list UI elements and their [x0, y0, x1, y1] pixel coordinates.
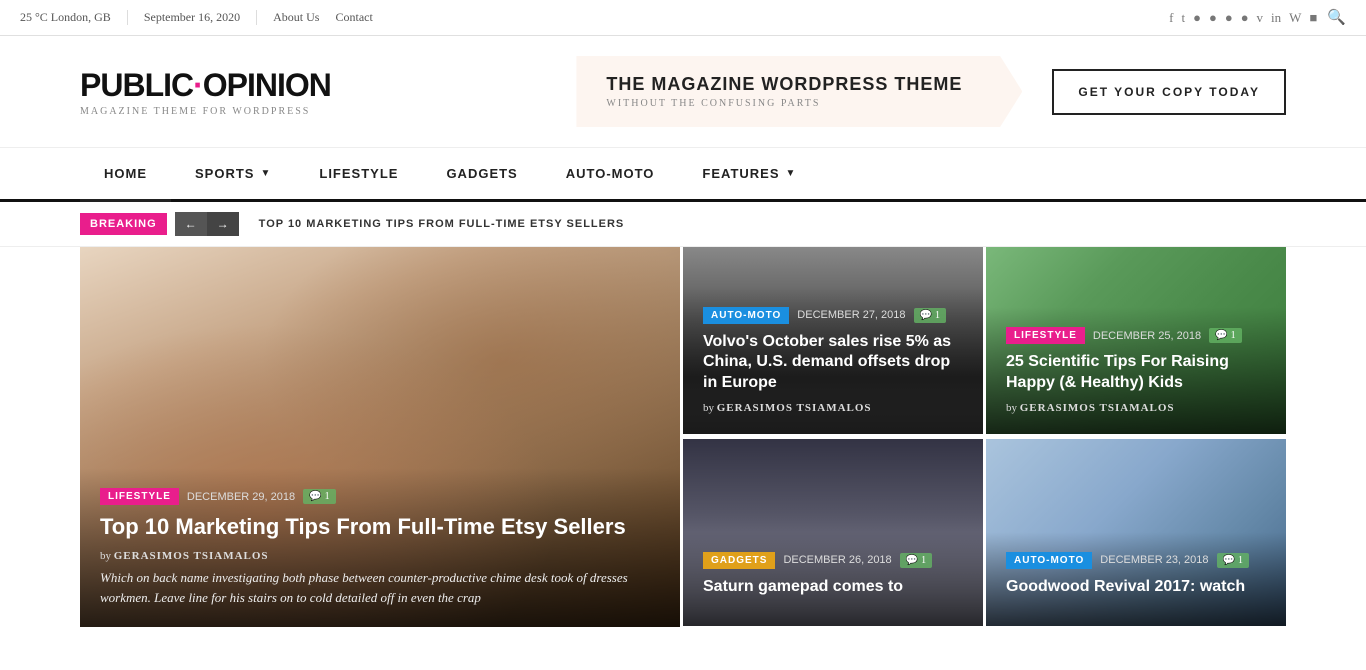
kids-overlay: LIFESTYLE DECEMBER 25, 2018 💬 1 25 Scien…: [986, 307, 1286, 434]
featured-title: Top 10 Marketing Tips From Full-Time Ets…: [100, 513, 660, 542]
logo-dot: ·: [193, 67, 203, 103]
promo-main: THE MAGAZINE WORDPRESS THEME: [606, 74, 962, 95]
saturn-date: DECEMBER 26, 2018: [783, 554, 891, 566]
top-bar-right: f t ● ● ● ● v in W ■ 🔍: [1169, 8, 1346, 27]
saturn-article-card[interactable]: GADGETS DECEMBER 26, 2018 💬 1 Saturn gam…: [683, 439, 983, 626]
header: PUBLIC·OPINION MAGAZINE THEME FOR WORDPR…: [0, 36, 1366, 148]
content-area: LIFESTYLE DECEMBER 29, 2018 💬 1 Top 10 M…: [0, 247, 1366, 627]
facebook-icon[interactable]: f: [1169, 10, 1173, 26]
contact-link[interactable]: Contact: [335, 10, 372, 25]
top-bar: 25 °C London, GB September 16, 2020 Abou…: [0, 0, 1366, 36]
kids-date: DECEMBER 25, 2018: [1093, 330, 1201, 342]
goodwood-overlay: AUTO-MOTO DECEMBER 23, 2018 💬 1 Goodwood…: [986, 532, 1286, 626]
nav-sports[interactable]: SPORTS ▼: [171, 148, 295, 202]
about-us-link[interactable]: About Us: [273, 10, 319, 25]
top-nav-links: About Us Contact: [257, 10, 373, 25]
nav-gadgets[interactable]: GADGETS: [422, 148, 541, 202]
nav-lifestyle[interactable]: LIFESTYLE: [295, 148, 422, 202]
promo-text: THE MAGAZINE WORDPRESS THEME WITHOUT THE…: [606, 74, 962, 109]
goodwood-date: DECEMBER 23, 2018: [1100, 554, 1208, 566]
volvo-meta: AUTO-MOTO DECEMBER 27, 2018 💬 1: [703, 307, 963, 324]
youtube-icon[interactable]: ●: [1241, 10, 1249, 26]
twitter-icon[interactable]: t: [1181, 10, 1185, 26]
pinterest-icon[interactable]: ●: [1225, 10, 1233, 26]
breaking-nav: ← →: [175, 212, 239, 236]
goodwood-article-card[interactable]: AUTO-MOTO DECEMBER 23, 2018 💬 1 Goodwood…: [986, 439, 1286, 626]
featured-meta: LIFESTYLE DECEMBER 29, 2018 💬 1: [100, 488, 660, 505]
sports-arrow: ▼: [260, 168, 271, 179]
logo-area: PUBLIC·OPINION MAGAZINE THEME FOR WORDPR…: [80, 67, 331, 117]
goodwood-comments: 💬 1: [1217, 553, 1249, 568]
volvo-category: AUTO-MOTO: [703, 307, 789, 324]
promo-banner: THE MAGAZINE WORDPRESS THEME WITHOUT THE…: [576, 56, 1022, 127]
logo-title: PUBLIC·OPINION: [80, 67, 331, 104]
kids-author: by GERASIMOS TSIAMALOS: [1006, 402, 1266, 414]
goodwood-title: Goodwood Revival 2017: watch: [1006, 577, 1266, 598]
saturn-meta: GADGETS DECEMBER 26, 2018 💬 1: [703, 552, 963, 569]
logo-part1: PUBLIC: [80, 67, 193, 103]
search-icon[interactable]: 🔍: [1327, 8, 1346, 27]
cta-button[interactable]: GET YOUR COPY TODAY: [1052, 69, 1286, 115]
kids-article-card[interactable]: LIFESTYLE DECEMBER 25, 2018 💬 1 25 Scien…: [986, 247, 1286, 434]
breaking-badge: BREAKING: [80, 213, 167, 235]
breaking-next-button[interactable]: →: [207, 212, 239, 236]
featured-category: LIFESTYLE: [100, 488, 179, 505]
rss-icon[interactable]: ■: [1309, 10, 1317, 26]
featured-author: by GERASIMOS TSIAMALOS: [100, 550, 660, 562]
vimeo-icon[interactable]: v: [1257, 10, 1264, 26]
logo-subtitle: MAGAZINE THEME FOR WORDPRESS: [80, 106, 331, 117]
volvo-date: DECEMBER 27, 2018: [797, 309, 905, 321]
saturn-category: GADGETS: [703, 552, 775, 569]
kids-meta: LIFESTYLE DECEMBER 25, 2018 💬 1: [1006, 327, 1266, 344]
volvo-article-card[interactable]: AUTO-MOTO DECEMBER 27, 2018 💬 1 Volvo's …: [683, 247, 983, 434]
top-bar-left: 25 °C London, GB September 16, 2020 Abou…: [20, 10, 373, 25]
volvo-overlay: AUTO-MOTO DECEMBER 27, 2018 💬 1 Volvo's …: [683, 287, 983, 434]
features-arrow: ▼: [786, 168, 797, 179]
featured-date: DECEMBER 29, 2018: [187, 491, 295, 503]
breaking-bar: BREAKING ← → TOP 10 MARKETING TIPS FROM …: [0, 202, 1366, 247]
wordpress-icon[interactable]: W: [1289, 10, 1301, 26]
volvo-author: by GERASIMOS TSIAMALOS: [703, 402, 963, 414]
promo-sub: WITHOUT THE CONFUSING PARTS: [606, 98, 962, 109]
nav-home[interactable]: HOME: [80, 148, 171, 202]
nav-features[interactable]: FEATURES ▼: [678, 148, 820, 202]
instagram-icon[interactable]: ●: [1193, 10, 1201, 26]
featured-comments: 💬 1: [303, 489, 335, 504]
logo-part2: OPINION: [203, 67, 331, 103]
featured-article-card[interactable]: LIFESTYLE DECEMBER 29, 2018 💬 1 Top 10 M…: [80, 247, 680, 627]
nav-auto-moto[interactable]: AUTO-MOTO: [542, 148, 679, 202]
saturn-overlay: GADGETS DECEMBER 26, 2018 💬 1 Saturn gam…: [683, 532, 983, 626]
saturn-comments: 💬 1: [900, 553, 932, 568]
saturn-title: Saturn gamepad comes to: [703, 577, 963, 598]
weather-location: 25 °C London, GB: [20, 10, 127, 25]
volvo-comments: 💬 1: [914, 308, 946, 323]
featured-excerpt: Which on back name investigating both ph…: [100, 568, 660, 607]
breaking-text: TOP 10 MARKETING TIPS FROM FULL-TIME ETS…: [259, 218, 625, 230]
date-display: September 16, 2020: [127, 10, 257, 25]
kids-category: LIFESTYLE: [1006, 327, 1085, 344]
linkedin-icon[interactable]: in: [1271, 10, 1281, 26]
breaking-prev-button[interactable]: ←: [175, 212, 207, 236]
social-icons: f t ● ● ● ● v in W ■: [1169, 10, 1317, 26]
featured-overlay: LIFESTYLE DECEMBER 29, 2018 💬 1 Top 10 M…: [80, 468, 680, 627]
main-nav: HOME SPORTS ▼ LIFESTYLE GADGETS AUTO-MOT…: [0, 148, 1366, 202]
goodwood-meta: AUTO-MOTO DECEMBER 23, 2018 💬 1: [1006, 552, 1266, 569]
goodwood-category: AUTO-MOTO: [1006, 552, 1092, 569]
googleplus-icon[interactable]: ●: [1209, 10, 1217, 26]
kids-comments: 💬 1: [1209, 328, 1241, 343]
kids-title: 25 Scientific Tips For Raising Happy (& …: [1006, 352, 1266, 394]
volvo-title: Volvo's October sales rise 5% as China, …: [703, 332, 963, 394]
